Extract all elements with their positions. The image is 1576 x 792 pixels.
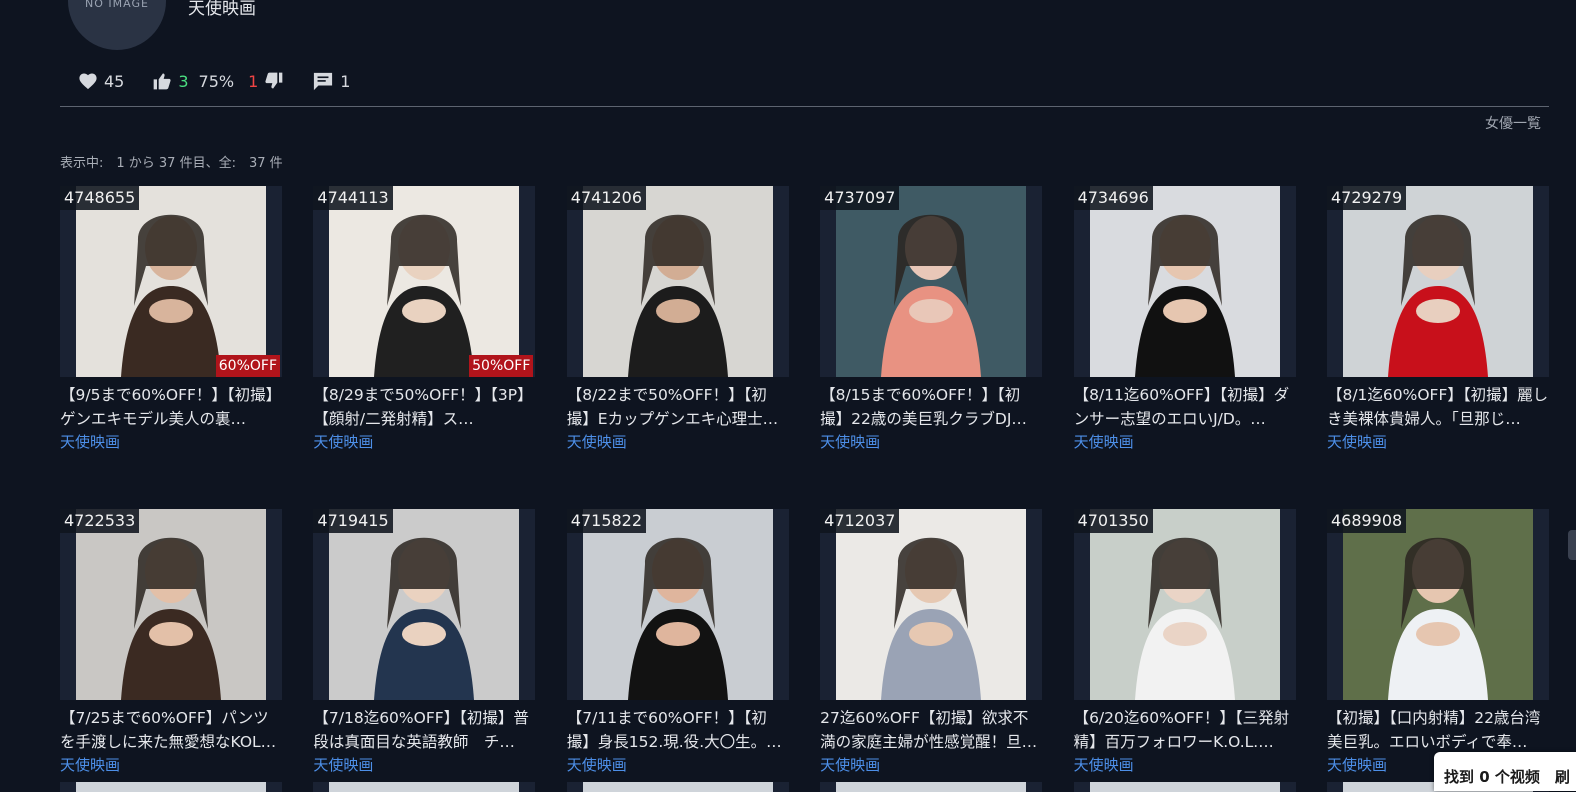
video-id: 4737097 bbox=[820, 186, 900, 210]
video-thumbnail[interactable]: 4748655 60%OFF bbox=[60, 186, 282, 377]
discount-badge: 60%OFF bbox=[215, 355, 280, 377]
heart-icon bbox=[79, 73, 97, 90]
studio-link[interactable]: 天使映画 bbox=[567, 432, 789, 452]
favorite-stat[interactable]: 45 bbox=[78, 72, 124, 91]
actress-list-link[interactable]: 女優一覧 bbox=[1485, 113, 1541, 133]
video-thumbnail[interactable]: 4719415 bbox=[313, 509, 536, 700]
video-card[interactable]: 4701350 【6/20迄60%OFF！】【三発射精】百万フォロワーK.O.L.… bbox=[1073, 509, 1296, 775]
thumbs-up-icon bbox=[154, 73, 171, 90]
thumbnail-image bbox=[1089, 509, 1280, 700]
video-id: 4744113 bbox=[313, 186, 393, 210]
video-id: 4729279 bbox=[1326, 186, 1407, 210]
avatar-placeholder-text: NO IMAGE bbox=[85, 0, 149, 10]
video-card[interactable]: 4722533 【7/25まで60%OFF】パンツを手渡しに来た無愛想なKOL… 天… bbox=[60, 509, 282, 775]
studio-link[interactable]: 天使映画 bbox=[313, 755, 535, 775]
find-results-bar[interactable]: 找到 0 个视频 刷 bbox=[1434, 752, 1576, 791]
profile-avatar: NO IMAGE bbox=[68, 0, 166, 50]
studio-link[interactable]: 天使映画 bbox=[820, 432, 1042, 452]
video-thumbnail[interactable]: 4712037 bbox=[820, 509, 1043, 700]
video-id: 4689908 bbox=[1326, 509, 1407, 533]
studio-link[interactable]: 天使映画 bbox=[567, 755, 789, 775]
result-summary: 表示中: 1 から 37 件目、全: 37 件 bbox=[60, 156, 283, 171]
video-title[interactable]: 【8/1迄60%OFF】【初撮】麗しき美裸体貴婦人。「旦那じ… bbox=[1327, 383, 1549, 431]
video-card[interactable]: 4748655 60%OFF 【9/5まで60%OFF！】【初撮】ゲンエキモデル美人… bbox=[60, 186, 282, 452]
studio-link[interactable]: 天使映画 bbox=[1074, 755, 1296, 775]
find-results-text: 找到 0 个视频 刷 bbox=[1444, 768, 1570, 786]
like-rate-value: 75% bbox=[198, 71, 235, 91]
thumbnail-image bbox=[1342, 186, 1533, 377]
video-title[interactable]: 【6/20迄60%OFF！】【三発射精】百万フォロワーK.O.L.… bbox=[1074, 706, 1296, 754]
video-title[interactable]: 【8/11迄60%OFF】【初撮】ダンサー志望のエロいJ/D。… bbox=[1074, 383, 1296, 431]
video-grid: 4748655 60%OFF 【9/5まで60%OFF！】【初撮】ゲンエキモデル美人… bbox=[60, 186, 1549, 775]
video-thumbnail[interactable]: 4734696 bbox=[1073, 186, 1296, 377]
comment-count: 1 bbox=[340, 71, 351, 91]
like-rate: 75% bbox=[199, 72, 235, 91]
video-card[interactable]: 4715822 【7/11まで60%OFF！】【初撮】身長152.現.役.大〇生。… bbox=[566, 509, 789, 775]
video-id: 4748655 bbox=[60, 186, 140, 210]
video-id: 4712037 bbox=[820, 509, 900, 533]
thumbnail-image bbox=[76, 509, 266, 700]
video-thumbnail[interactable]: 4737097 bbox=[820, 186, 1043, 377]
video-thumbnail[interactable]: 4689908 bbox=[1326, 509, 1549, 700]
video-title[interactable]: 27迄60%OFF【初撮】欲求不満の家庭主婦が性感覚醒！旦… bbox=[820, 706, 1042, 754]
comment-stat[interactable]: 1 bbox=[312, 71, 350, 91]
thumbnail-image bbox=[836, 509, 1027, 700]
discount-badge: 50%OFF bbox=[469, 355, 534, 377]
video-id: 4722533 bbox=[60, 509, 140, 533]
studio-link[interactable]: 天使映画 bbox=[820, 755, 1042, 775]
video-id: 4741206 bbox=[566, 186, 647, 210]
divider bbox=[60, 106, 1549, 107]
video-thumbnail[interactable]: 4741206 bbox=[566, 186, 789, 377]
video-thumbnail[interactable]: 4715822 bbox=[566, 509, 789, 700]
thumbnail-image bbox=[76, 186, 266, 377]
video-title[interactable]: 【7/18迄60%OFF】【初撮】普段は真面目な英語教師 チ… bbox=[313, 706, 535, 754]
thumbnail-image bbox=[329, 509, 520, 700]
dislike-stat[interactable]: 1 bbox=[248, 71, 284, 91]
video-thumbnail[interactable]: 4722533 bbox=[60, 509, 282, 700]
video-id: 4701350 bbox=[1073, 509, 1153, 533]
video-title[interactable]: 【7/25まで60%OFF】パンツを手渡しに来た無愛想なKOL… bbox=[60, 706, 282, 754]
video-title[interactable]: 【初撮】【口内射精】22歳台湾美巨乳。エロいボディで奉… bbox=[1327, 706, 1549, 754]
video-id: 4734696 bbox=[1073, 186, 1153, 210]
thumbnail-image bbox=[582, 186, 773, 377]
like-count: 3 bbox=[178, 71, 189, 91]
thumbnail-image bbox=[329, 186, 520, 377]
video-card[interactable]: 4734696 【8/11迄60%OFF】【初撮】ダンサー志望のエロいJ/D。… 天… bbox=[1073, 186, 1296, 452]
video-card[interactable]: 4744113 50%OFF 【8/29まで50%OFF！】【3P】【顔射/二発射精… bbox=[313, 186, 536, 452]
thumbnail-image bbox=[1089, 186, 1280, 377]
thumbnail-image bbox=[1342, 509, 1533, 700]
video-title[interactable]: 【8/22まで50%OFF！】【初撮】Eカップゲンエキ心理士… bbox=[567, 383, 789, 431]
studio-link[interactable]: 天使映画 bbox=[313, 432, 535, 452]
stats-bar: 45 3 75% 1 1 bbox=[78, 68, 368, 94]
video-title[interactable]: 【9/5まで60%OFF！】【初撮】ゲンエキモデル美人の裏… bbox=[60, 383, 282, 431]
video-card[interactable]: 4729279 【8/1迄60%OFF】【初撮】麗しき美裸体貴婦人。「旦那じ… 天使… bbox=[1326, 186, 1549, 452]
thumbnail-image bbox=[836, 186, 1027, 377]
studio-name: 天使映画 bbox=[188, 0, 256, 19]
thumbnail-image bbox=[582, 509, 773, 700]
video-card[interactable]: 4737097 【8/15まで60%OFF！】【初撮】22歳の美巨乳クラブDJ… 天… bbox=[820, 186, 1043, 452]
comment-icon bbox=[314, 72, 333, 91]
video-title[interactable]: 【7/11まで60%OFF！】【初撮】身長152.現.役.大〇生。… bbox=[567, 706, 789, 754]
video-id: 4715822 bbox=[566, 509, 647, 533]
studio-link[interactable]: 天使映画 bbox=[60, 432, 282, 452]
favorite-count: 45 bbox=[104, 71, 125, 91]
video-title[interactable]: 【8/15まで60%OFF！】【初撮】22歳の美巨乳クラブDJ… bbox=[820, 383, 1042, 431]
thumbs-down-icon bbox=[265, 72, 283, 89]
dislike-count: 1 bbox=[248, 71, 259, 91]
video-title[interactable]: 【8/29まで50%OFF！】【3P】【顔射/二発射精】ス… bbox=[313, 383, 535, 431]
video-thumbnail[interactable]: 4744113 50%OFF bbox=[313, 186, 536, 377]
studio-link[interactable]: 天使映画 bbox=[1327, 432, 1549, 452]
scroll-handle[interactable] bbox=[1568, 530, 1576, 560]
like-stat[interactable]: 3 bbox=[152, 71, 189, 91]
video-card[interactable]: 4741206 【8/22まで50%OFF！】【初撮】Eカップゲンエキ心理士… 天使… bbox=[566, 186, 789, 452]
studio-link[interactable]: 天使映画 bbox=[1074, 432, 1296, 452]
video-thumbnail[interactable]: 4729279 bbox=[1326, 186, 1549, 377]
video-thumbnail[interactable]: 4701350 bbox=[1073, 509, 1296, 700]
video-card[interactable]: 4712037 27迄60%OFF【初撮】欲求不満の家庭主婦が性感覚醒！旦… 天使映… bbox=[820, 509, 1043, 775]
studio-link[interactable]: 天使映画 bbox=[60, 755, 282, 775]
video-card[interactable]: 4689908 【初撮】【口内射精】22歳台湾美巨乳。エロいボディで奉… 天使映画 bbox=[1326, 509, 1549, 775]
video-card[interactable]: 4719415 【7/18迄60%OFF】【初撮】普段は真面目な英語教師 チ… 天使… bbox=[313, 509, 536, 775]
video-id: 4719415 bbox=[313, 509, 393, 533]
